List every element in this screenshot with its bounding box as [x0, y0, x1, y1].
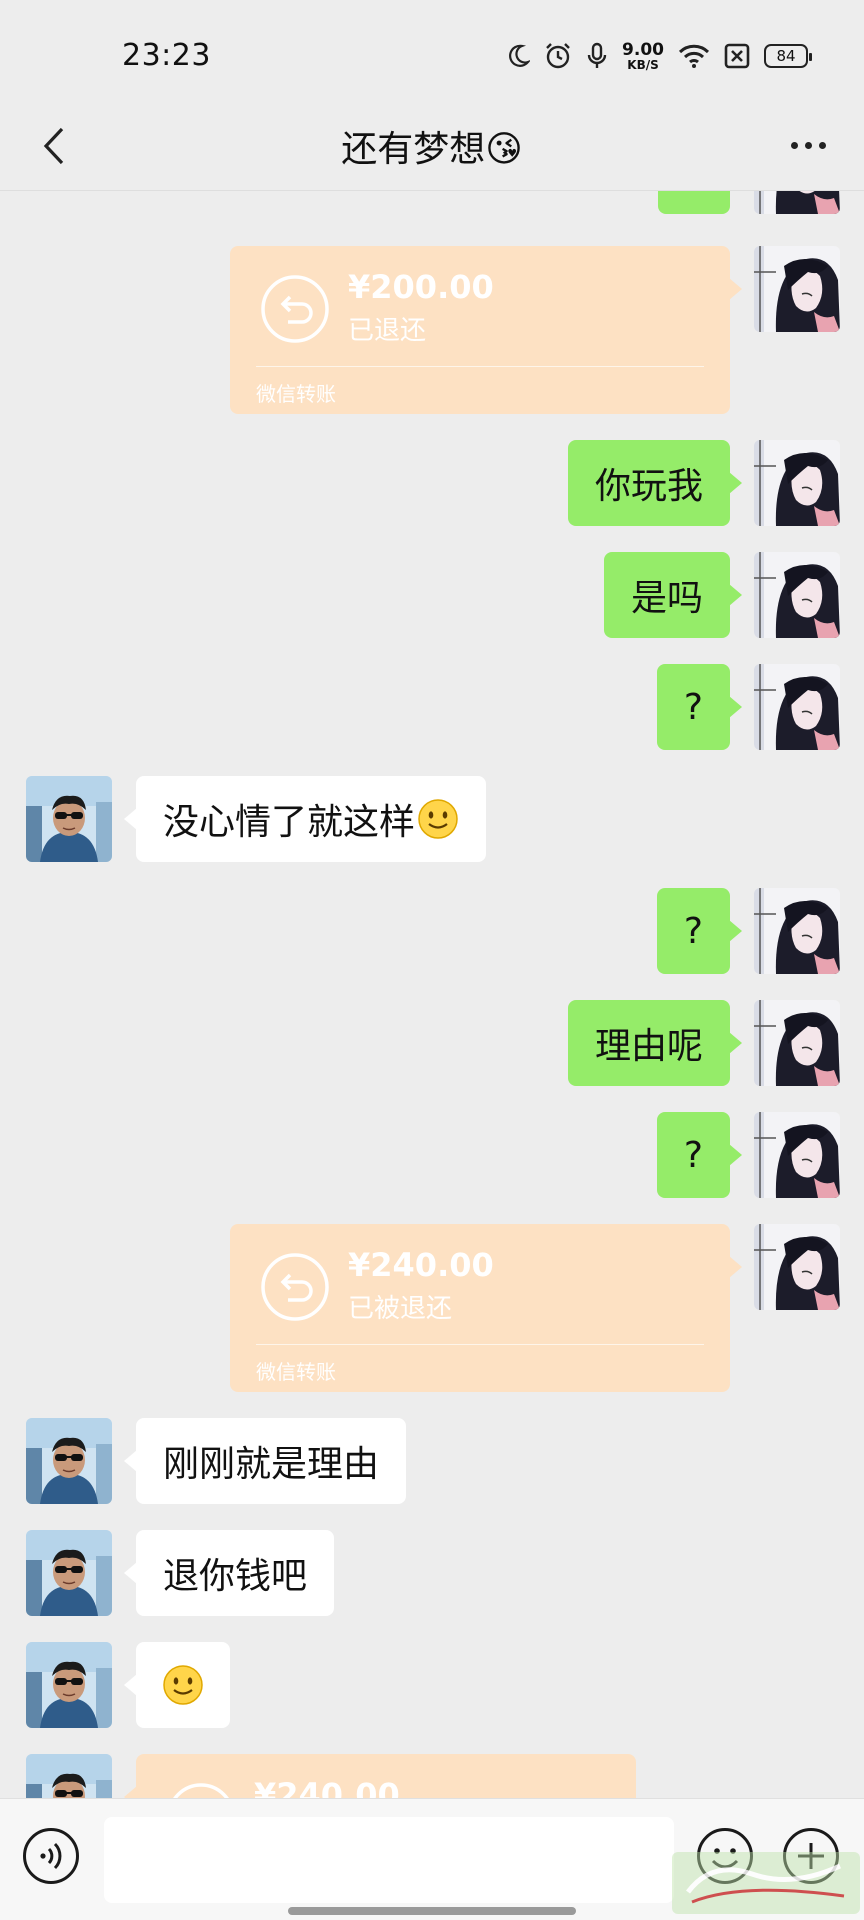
chat-screen: 23:23 9.00 KB/S 84 还有梦想😘 ¥200.00 已退还 微信转…: [0, 0, 864, 1920]
my-avatar[interactable]: [754, 246, 840, 332]
message-row: ?: [0, 1112, 864, 1198]
transfer-divider: [256, 1344, 704, 1345]
message-bubble[interactable]: 没心情了就这样: [123, 776, 487, 862]
smile-emoji-icon: [418, 799, 458, 839]
contact-avatar[interactable]: [26, 1754, 112, 1798]
my-avatar[interactable]: [754, 1224, 840, 1310]
message-row: 没心情了就这样: [0, 776, 864, 862]
message-bubble[interactable]: 你玩我: [567, 440, 743, 526]
my-avatar[interactable]: [754, 440, 840, 526]
status-icons: 9.00 KB/S 84: [508, 38, 812, 74]
message-bubble[interactable]: 刚刚就是理由: [123, 1418, 407, 1504]
message-bubble[interactable]: 是吗: [603, 552, 743, 638]
status-time: 23:23: [122, 38, 211, 73]
net-speed-value: 9.00: [622, 39, 664, 60]
transfer-label: 微信转账: [256, 1360, 336, 1384]
message-bubble[interactable]: [124, 1642, 230, 1728]
voice-button[interactable]: [22, 1827, 80, 1885]
message-input[interactable]: [104, 1817, 674, 1903]
net-speed-unit: KB/S: [627, 57, 659, 72]
net-speed: 9.00 KB/S: [622, 39, 664, 72]
contact-avatar[interactable]: [26, 1530, 112, 1616]
message-row: ?: [0, 664, 864, 750]
wifi-icon: [678, 43, 710, 69]
my-avatar[interactable]: [754, 1000, 840, 1086]
message-row: [0, 1642, 864, 1728]
my-avatar[interactable]: [754, 888, 840, 974]
message-row: ?: [0, 888, 864, 974]
status-bar: 23:23 9.00 KB/S 84: [0, 0, 864, 110]
transfer-amount: ¥240.00: [348, 1246, 494, 1284]
return-arrow-icon: [261, 1253, 329, 1321]
transfer-card[interactable]: ¥240.00: [124, 1754, 636, 1798]
message-bubble[interactable]: [658, 191, 730, 214]
return-arrow-icon: [261, 275, 329, 343]
transfer-divider: [256, 366, 704, 367]
message-row: ¥240.00 已被退还 微信转账: [0, 1224, 864, 1392]
contact-avatar[interactable]: [26, 1418, 112, 1504]
more-dot: [818, 141, 826, 149]
message-row: 你玩我: [0, 440, 864, 526]
contact-avatar[interactable]: [26, 776, 112, 862]
message-row: 退你钱吧: [0, 1530, 864, 1616]
transfer-amount: ¥240.00: [254, 1776, 400, 1798]
message-list[interactable]: ¥200.00 已退还 微信转账 你玩我 是吗 ? 没心情了就这样 ? 理由呢 …: [0, 191, 864, 1798]
message-row: [0, 191, 864, 214]
message-row: 是吗: [0, 552, 864, 638]
message-bubble[interactable]: ?: [656, 888, 743, 974]
message-row: 刚刚就是理由: [0, 1418, 864, 1504]
message-bubble[interactable]: ?: [656, 664, 743, 750]
transfer-amount: ¥200.00: [348, 268, 494, 306]
my-avatar[interactable]: [754, 191, 840, 214]
transfer-label: 微信转账: [256, 382, 336, 406]
home-indicator[interactable]: [288, 1907, 576, 1915]
message-row: ¥200.00 已退还 微信转账: [0, 246, 864, 414]
more-dot: [804, 141, 812, 149]
my-avatar[interactable]: [754, 664, 840, 750]
return-arrow-icon: [173, 1783, 229, 1798]
voice-icon: [23, 1828, 79, 1884]
no-sim-icon: [724, 43, 750, 69]
transfer-status: 已退还: [348, 316, 427, 346]
message-bubble[interactable]: 退你钱吧: [123, 1530, 335, 1616]
smile-emoji-icon: [163, 1665, 203, 1705]
message-bubble[interactable]: ?: [656, 1112, 743, 1198]
more-dot: [790, 141, 798, 149]
moon-icon: [508, 44, 531, 68]
chat-title: 还有梦想😘: [341, 129, 523, 170]
contact-avatar[interactable]: [26, 1642, 112, 1728]
microphone-icon: [586, 42, 608, 70]
title-bar: 还有梦想😘: [0, 110, 864, 192]
message-bubble[interactable]: 理由呢: [567, 1000, 743, 1086]
site-watermark-logo: [672, 1852, 860, 1914]
transfer-card[interactable]: ¥200.00 已退还 微信转账: [230, 246, 742, 414]
transfer-card[interactable]: ¥240.00 已被退还 微信转账: [230, 1224, 742, 1392]
alarm-icon: [544, 42, 572, 70]
message-text: 没心情了就这样: [163, 802, 416, 843]
my-avatar[interactable]: [754, 1112, 840, 1198]
message-row: ¥240.00: [0, 1754, 864, 1798]
message-row: 理由呢: [0, 1000, 864, 1086]
battery-indicator: 84: [764, 44, 812, 68]
more-button[interactable]: [778, 120, 838, 170]
my-avatar[interactable]: [754, 552, 840, 638]
transfer-status: 已被退还: [348, 1294, 453, 1324]
